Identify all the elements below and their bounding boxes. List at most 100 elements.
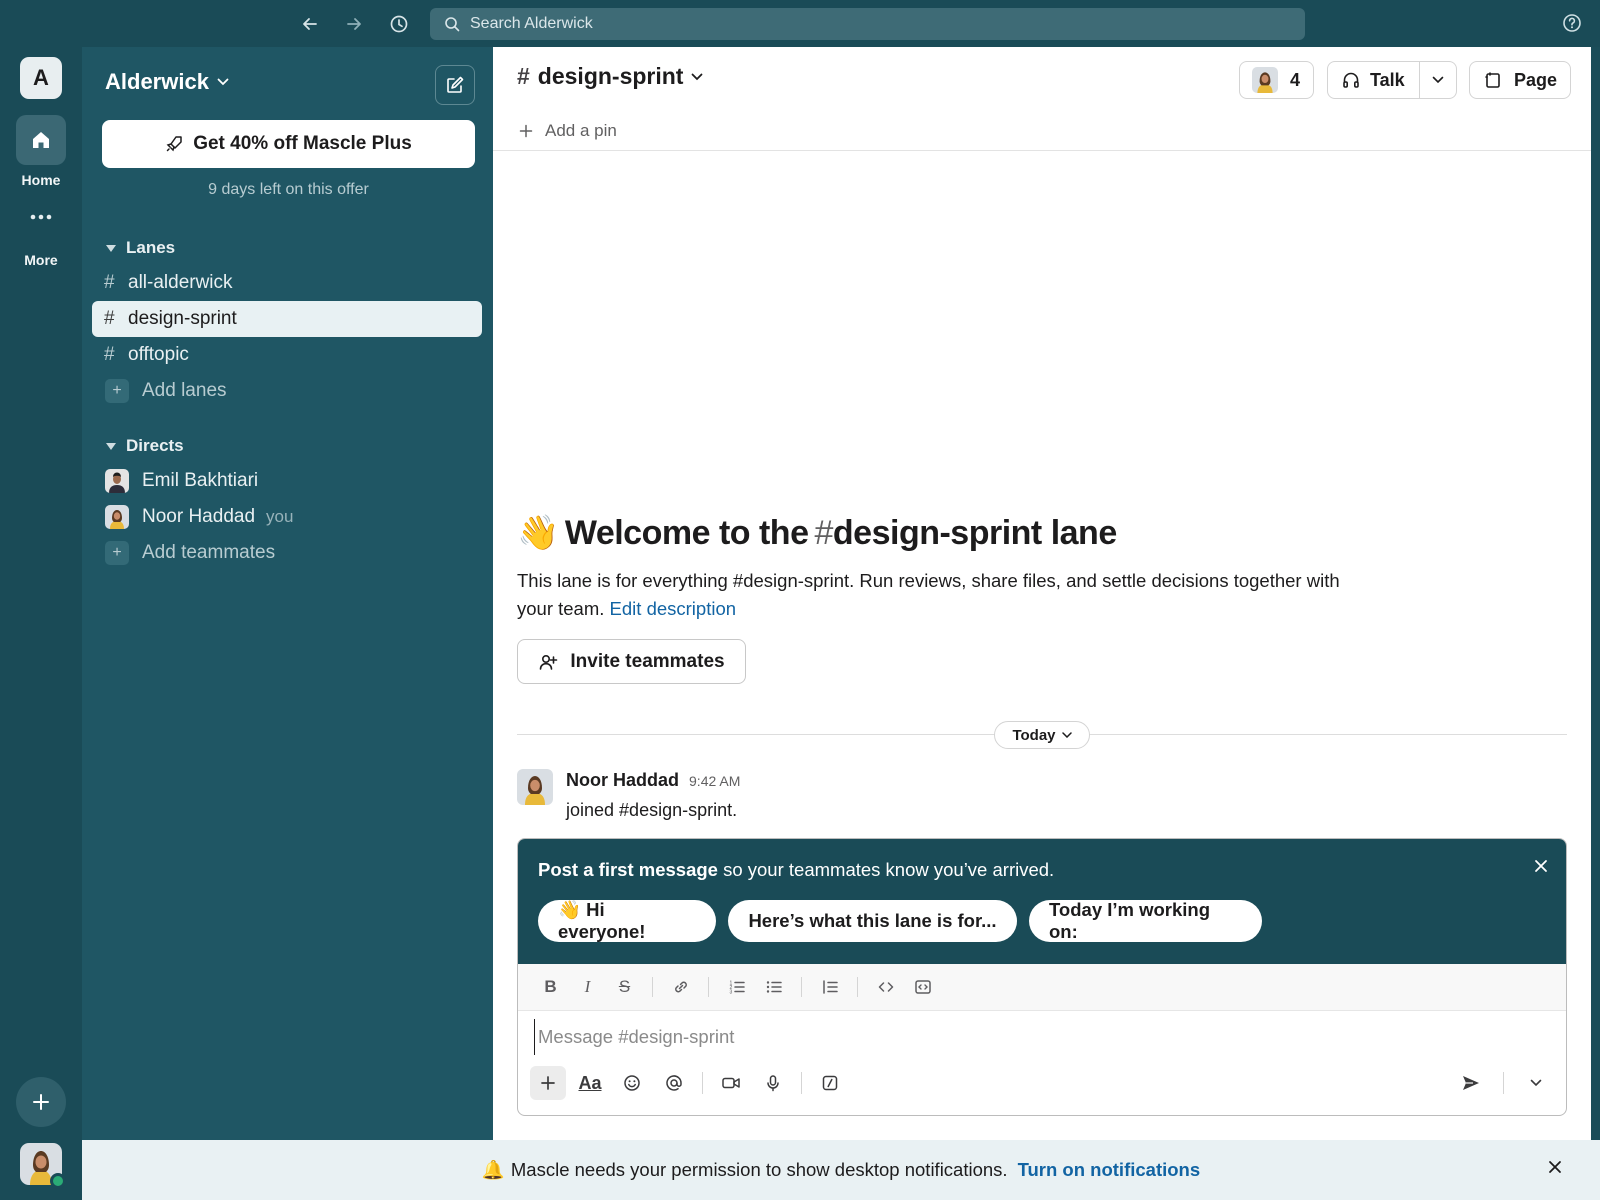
prompt-text: Post a first message so your teammates k… (538, 859, 1054, 881)
workspace-rail: A Home More (0, 47, 82, 1200)
sidebar: Alderwick Get 40% off Mascle Plus 9 days… (82, 47, 493, 1200)
blockquote-icon[interactable] (811, 971, 848, 1003)
search-icon (444, 16, 460, 32)
help-icon[interactable] (1562, 13, 1582, 33)
toolbar-divider (801, 1072, 802, 1094)
rocket-icon (165, 135, 183, 153)
add-lanes-label: Add lanes (142, 380, 227, 401)
lanes-section-toggle[interactable]: Lanes (106, 238, 175, 258)
bulleted-list-icon[interactable] (755, 971, 792, 1003)
channel-title-menu[interactable]: # design-sprint (517, 63, 703, 90)
top-bar: Search Alderwick (0, 0, 1600, 47)
search-placeholder: Search Alderwick (470, 15, 593, 32)
lane-label: design-sprint (128, 308, 237, 329)
add-person-icon (538, 652, 558, 672)
more-label: More (24, 252, 58, 268)
workspace-avatar[interactable]: A (20, 57, 62, 99)
sidebar-item-all-alderwick[interactable]: # all-alderwick (92, 265, 482, 301)
slash-command-icon[interactable] (812, 1066, 848, 1100)
bell-emoji: 🔔 (481, 1159, 505, 1180)
workspace-name-menu[interactable]: Alderwick (105, 69, 229, 95)
direct-label: Noor Haddad (142, 506, 256, 527)
add-lanes-button[interactable]: + Add lanes (105, 373, 227, 409)
sidebar-item-emil-bakhtiari[interactable]: Emil Bakhtiari (105, 463, 258, 499)
day-divider-button[interactable]: Today (994, 721, 1090, 749)
page-icon (1484, 71, 1502, 89)
toolbar-divider (857, 977, 858, 997)
sidebar-item-design-sprint[interactable]: # design-sprint (92, 301, 482, 337)
welcome-channel: design-sprint lane (832, 513, 1117, 552)
formatting-toolbar: B I S 123 (518, 964, 1566, 1010)
message-author[interactable]: Noor Haddad (566, 770, 679, 791)
microphone-icon[interactable] (755, 1066, 791, 1100)
home-button[interactable] (16, 115, 66, 165)
directs-section-toggle[interactable]: Directs (106, 436, 184, 456)
emoji-icon[interactable] (614, 1066, 650, 1100)
channel-description: This lane is for everything #design-spri… (517, 567, 1367, 623)
workspace-name: Alderwick (105, 69, 209, 94)
code-block-icon[interactable] (904, 971, 941, 1003)
chevron-down-icon (1432, 76, 1444, 84)
talk-label: Talk (1370, 69, 1405, 90)
toolbar-divider (1503, 1072, 1504, 1094)
toolbar-divider (708, 977, 709, 997)
sidebar-item-noor-haddad[interactable]: Noor Haddad you (105, 499, 293, 535)
members-button[interactable]: 4 (1239, 61, 1314, 99)
attach-plus-button[interactable] (530, 1066, 566, 1100)
message-timestamp[interactable]: 9:42 AM (689, 773, 740, 789)
back-arrow-icon[interactable] (298, 12, 322, 36)
history-clock-icon[interactable] (387, 12, 411, 36)
welcome-hash: # (814, 513, 833, 552)
add-pin-label: Add a pin (545, 121, 617, 140)
invite-teammates-button[interactable]: Invite teammates (517, 639, 746, 684)
lane-label: all-alderwick (128, 272, 233, 293)
talk-button[interactable]: Talk (1328, 62, 1420, 98)
suggestion-chip-hi[interactable]: 👋 Hi everyone! (538, 899, 716, 942)
prompt-bold: Post a first message (538, 859, 718, 880)
avatar[interactable] (517, 769, 553, 805)
user-avatar-button[interactable] (20, 1143, 66, 1189)
search-bar[interactable]: Search Alderwick (430, 8, 1305, 40)
suggestion-chip-working-on[interactable]: Today I’m working on: (1029, 899, 1262, 942)
welcome-heading: 👋 Welcome to the # design-sprint lane (517, 513, 1117, 553)
prompt-rest: so your teammates know you’ve arrived. (717, 859, 1055, 880)
promo-label: Get 40% off Mascle Plus (193, 133, 412, 154)
edit-description-link[interactable]: Edit description (610, 598, 736, 619)
compose-button[interactable] (435, 65, 475, 105)
bold-button[interactable]: B (532, 971, 569, 1003)
add-pin-button[interactable]: Add a pin (519, 121, 617, 141)
hash-icon: # (104, 308, 115, 329)
channel-view: # design-sprint 4 Talk Page Add a pin 👋 … (493, 47, 1591, 1140)
more-dots-icon[interactable] (27, 207, 55, 227)
page-button[interactable]: Page (1469, 61, 1571, 99)
ordered-list-icon[interactable]: 123 (718, 971, 755, 1003)
talk-options-button[interactable] (1420, 62, 1456, 98)
link-icon[interactable] (662, 971, 699, 1003)
close-icon[interactable] (1534, 859, 1548, 873)
svg-text:3: 3 (729, 989, 732, 995)
italic-button[interactable]: I (569, 971, 606, 1003)
video-camera-icon[interactable] (713, 1066, 749, 1100)
you-tag: you (266, 507, 294, 526)
mention-icon[interactable] (656, 1066, 692, 1100)
schedule-chevron-down-icon[interactable] (1518, 1066, 1554, 1100)
toolbar-divider (801, 977, 802, 997)
day-label: Today (1012, 726, 1056, 744)
message-header: Noor Haddad 9:42 AM (566, 770, 740, 791)
sidebar-item-offtopic[interactable]: # offtopic (92, 337, 482, 373)
code-icon[interactable] (867, 971, 904, 1003)
message-input[interactable] (534, 1019, 1534, 1055)
send-icon[interactable] (1453, 1066, 1489, 1100)
hash-icon: # (104, 272, 115, 293)
create-new-button[interactable] (16, 1077, 66, 1127)
add-teammates-button[interactable]: + Add teammates (105, 535, 275, 571)
text-format-button[interactable]: Aa (572, 1066, 608, 1100)
presence-indicator (50, 1173, 66, 1189)
close-icon[interactable] (1548, 1160, 1562, 1174)
forward-arrow-icon[interactable] (342, 12, 366, 36)
toolbar-divider (652, 977, 653, 997)
promo-button[interactable]: Get 40% off Mascle Plus (102, 120, 475, 168)
turn-on-notifications-link[interactable]: Turn on notifications (1018, 1159, 1201, 1181)
suggestion-chip-purpose[interactable]: Here’s what this lane is for... (728, 900, 1017, 942)
strikethrough-button[interactable]: S (606, 971, 643, 1003)
